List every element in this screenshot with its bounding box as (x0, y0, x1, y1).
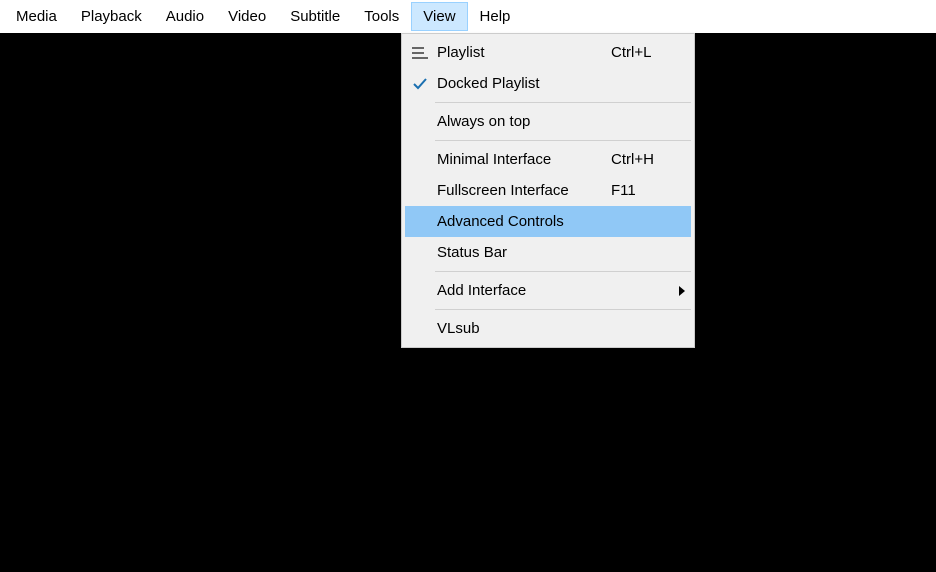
menu-item-docked-playlist[interactable]: Docked Playlist (405, 68, 691, 99)
menu-item-label: Minimal Interface (435, 151, 611, 168)
submenu-arrow-icon (673, 286, 691, 296)
menu-item-minimal-interface[interactable]: Minimal Interface Ctrl+H (405, 144, 691, 175)
check-icon (405, 78, 435, 90)
menu-item-shortcut: Ctrl+L (611, 44, 673, 61)
menu-separator (435, 271, 691, 272)
menu-item-shortcut: Ctrl+H (611, 151, 673, 168)
menu-tools[interactable]: Tools (352, 2, 411, 31)
menu-help[interactable]: Help (468, 2, 523, 31)
menu-audio[interactable]: Audio (154, 2, 216, 31)
menu-item-label: Docked Playlist (435, 75, 611, 92)
menu-item-label: Playlist (435, 44, 611, 61)
menu-video[interactable]: Video (216, 2, 278, 31)
playlist-icon (405, 47, 435, 59)
menu-item-label: Status Bar (435, 244, 611, 261)
menu-item-status-bar[interactable]: Status Bar (405, 237, 691, 268)
menu-item-label: Fullscreen Interface (435, 182, 611, 199)
menu-subtitle[interactable]: Subtitle (278, 2, 352, 31)
menu-item-shortcut: F11 (611, 182, 673, 199)
menu-media[interactable]: Media (4, 2, 69, 31)
menu-item-always-on-top[interactable]: Always on top (405, 106, 691, 137)
menu-view[interactable]: View (411, 2, 467, 31)
menu-separator (435, 309, 691, 310)
menu-item-advanced-controls[interactable]: Advanced Controls (405, 206, 691, 237)
menu-item-playlist[interactable]: Playlist Ctrl+L (405, 37, 691, 68)
menu-item-label: VLsub (435, 320, 611, 337)
menu-separator (435, 140, 691, 141)
menu-item-label: Add Interface (435, 282, 611, 299)
menu-playback[interactable]: Playback (69, 2, 154, 31)
menu-item-fullscreen-interface[interactable]: Fullscreen Interface F11 (405, 175, 691, 206)
menu-item-label: Advanced Controls (435, 213, 611, 230)
menubar: Media Playback Audio Video Subtitle Tool… (0, 0, 936, 33)
menu-item-vlsub[interactable]: VLsub (405, 313, 691, 344)
menu-item-label: Always on top (435, 113, 611, 130)
view-dropdown: Playlist Ctrl+L Docked Playlist Always o… (401, 33, 695, 348)
menu-separator (435, 102, 691, 103)
menu-item-add-interface[interactable]: Add Interface (405, 275, 691, 306)
